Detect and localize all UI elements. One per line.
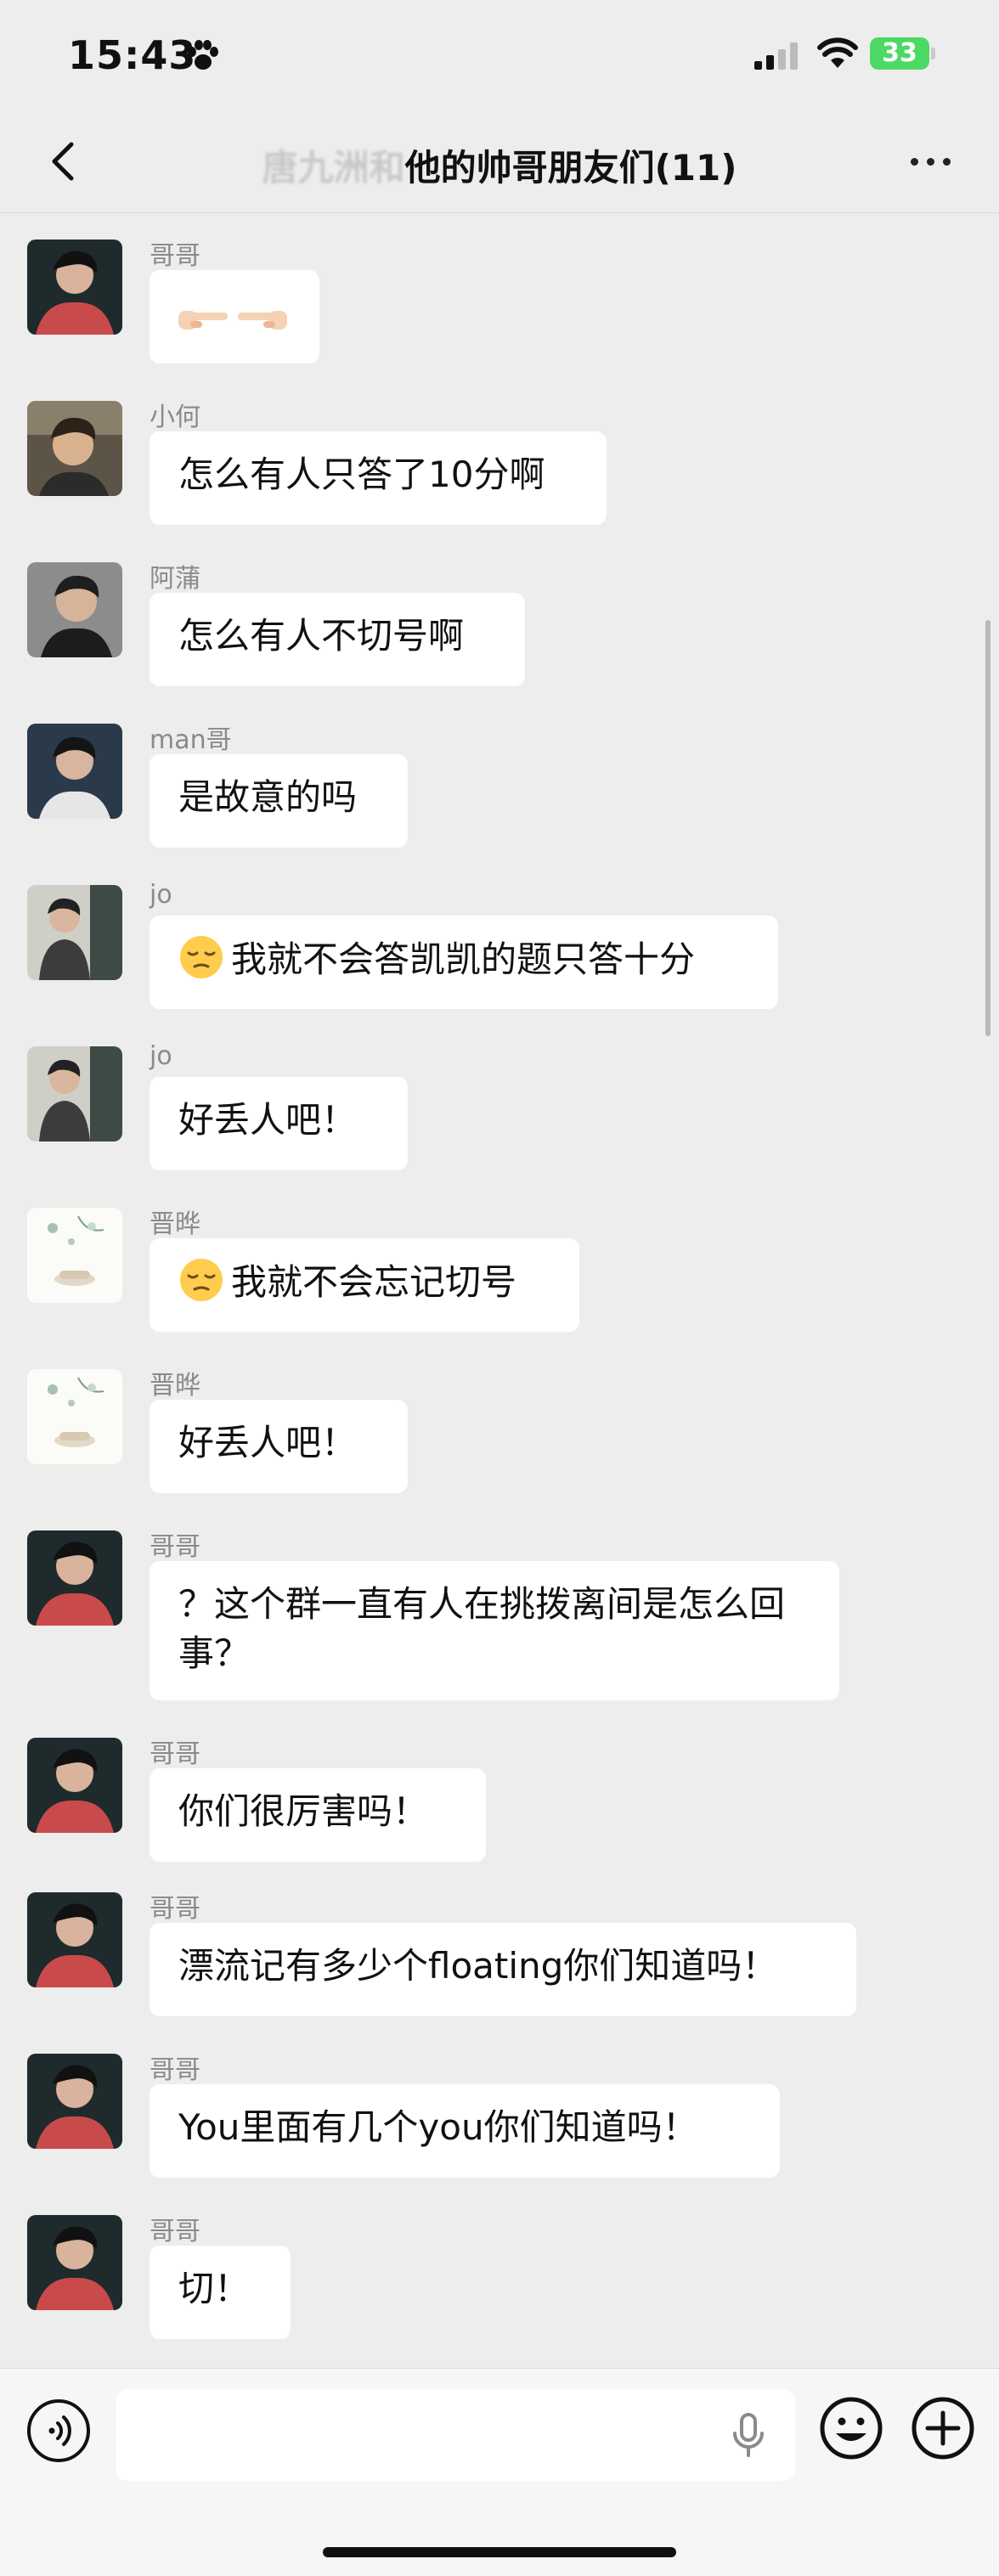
avatar[interactable] bbox=[27, 1208, 122, 1303]
avatar[interactable] bbox=[27, 240, 122, 335]
avatar[interactable] bbox=[27, 1530, 122, 1626]
message-bubble[interactable]: 好丢人吧！ bbox=[150, 1077, 408, 1170]
message-bubble[interactable] bbox=[150, 270, 319, 364]
message-text: 好丢人吧！ bbox=[178, 1422, 358, 1463]
pointing-right-icon bbox=[178, 311, 228, 330]
wifi-icon bbox=[817, 37, 858, 68]
chat-title-blurred: 唐九洲和 bbox=[262, 147, 405, 189]
message-text: 你们很厉害吗！ bbox=[178, 1790, 429, 1832]
message-bubble[interactable]: 怎么有人只答了10分啊 bbox=[150, 431, 607, 525]
message-text: 好丢人吧！ bbox=[178, 1099, 358, 1141]
sender-name: 晋晔 bbox=[150, 1209, 200, 1239]
avatar[interactable] bbox=[27, 885, 122, 980]
message-bubble[interactable]: 怎么有人不切号啊 bbox=[150, 593, 525, 686]
chat-title: 唐九洲和他的帅哥朋友们(11) bbox=[0, 139, 999, 191]
avatar[interactable] bbox=[27, 724, 122, 819]
pointing-left-icon bbox=[238, 311, 287, 330]
message-input[interactable] bbox=[116, 2389, 795, 2481]
message-text: 我就不会答凯凯的题只答十分 bbox=[231, 939, 696, 980]
sender-name: 哥哥 bbox=[150, 1739, 200, 1769]
message-bubble[interactable]: 漂流记有多少个floating你们知道吗！ bbox=[150, 1923, 856, 2016]
message-text: You里面有几个you你们知道吗！ bbox=[178, 2106, 698, 2148]
avatar[interactable] bbox=[27, 1369, 122, 1464]
message-bubble[interactable]: 是故意的吗 bbox=[150, 754, 408, 848]
pensive-face-icon bbox=[180, 1259, 223, 1301]
more-icon[interactable] bbox=[906, 146, 957, 177]
scrollbar[interactable] bbox=[985, 620, 991, 1036]
sender-name: 哥哥 bbox=[150, 241, 200, 271]
chat-title-text: 他的帅哥朋友们(11) bbox=[404, 147, 737, 189]
avatar[interactable] bbox=[27, 401, 122, 496]
input-bar bbox=[0, 2368, 999, 2576]
battery-level: 33 bbox=[882, 38, 917, 68]
avatar[interactable] bbox=[27, 1046, 122, 1141]
message-text: 我就不会忘记切号 bbox=[231, 1261, 517, 1303]
message-bubble[interactable]: 好丢人吧！ bbox=[150, 1400, 408, 1493]
avatar[interactable] bbox=[27, 2215, 122, 2310]
message-bubble[interactable]: 你们很厉害吗！ bbox=[150, 1768, 486, 1862]
battery-cap bbox=[931, 48, 935, 59]
pensive-face-icon bbox=[180, 936, 223, 978]
message-text: 是故意的吗 bbox=[178, 776, 358, 818]
voice-icon[interactable] bbox=[27, 2399, 90, 2462]
message-text: 切！ bbox=[178, 2268, 251, 2309]
avatar[interactable] bbox=[27, 1738, 122, 1833]
sender-name: jo bbox=[150, 1041, 172, 1071]
sender-name: 哥哥 bbox=[150, 1532, 200, 1562]
status-time: 15:43 bbox=[68, 32, 197, 78]
message-bubble[interactable]: 我就不会答凯凯的题只答十分 bbox=[150, 916, 778, 1009]
message-text: ？这个群一直有人在挑拨离间是怎么回事？ bbox=[178, 1583, 786, 1674]
paw-icon bbox=[188, 40, 218, 70]
message-text: 怎么有人只答了10分啊 bbox=[178, 454, 545, 495]
battery-indicator: 33 bbox=[870, 37, 929, 70]
message-bubble[interactable]: You里面有几个you你们知道吗！ bbox=[150, 2084, 780, 2178]
sender-name: 哥哥 bbox=[150, 1894, 200, 1924]
signal-icon bbox=[754, 42, 798, 70]
chat-header: 唐九洲和他的帅哥朋友们(11) bbox=[0, 110, 999, 213]
sender-name: 阿蒲 bbox=[150, 564, 200, 594]
message-bubble[interactable]: 我就不会忘记切号 bbox=[150, 1238, 579, 1332]
message-bubble[interactable]: 切！ bbox=[150, 2246, 291, 2339]
status-bar: 15:43 33 bbox=[0, 0, 999, 110]
message-bubble[interactable]: ？这个群一直有人在挑拨离间是怎么回事？ bbox=[150, 1561, 839, 1700]
mic-icon[interactable] bbox=[731, 2411, 766, 2459]
avatar[interactable] bbox=[27, 562, 122, 657]
home-indicator bbox=[323, 2547, 676, 2557]
sender-name: 哥哥 bbox=[150, 2055, 200, 2085]
emoji-icon[interactable] bbox=[817, 2394, 885, 2462]
sender-name: 哥哥 bbox=[150, 2217, 200, 2246]
sender-name: 晋晔 bbox=[150, 1371, 200, 1401]
sender-name: man哥 bbox=[150, 725, 232, 755]
plus-icon[interactable] bbox=[909, 2394, 977, 2462]
sender-name: 小何 bbox=[150, 403, 200, 432]
message-text: 漂流记有多少个floating你们知道吗！ bbox=[178, 1945, 778, 1987]
sender-name: jo bbox=[150, 880, 172, 910]
avatar[interactable] bbox=[27, 2054, 122, 2149]
message-text: 怎么有人不切号啊 bbox=[178, 615, 465, 657]
avatar[interactable] bbox=[27, 1892, 122, 1987]
